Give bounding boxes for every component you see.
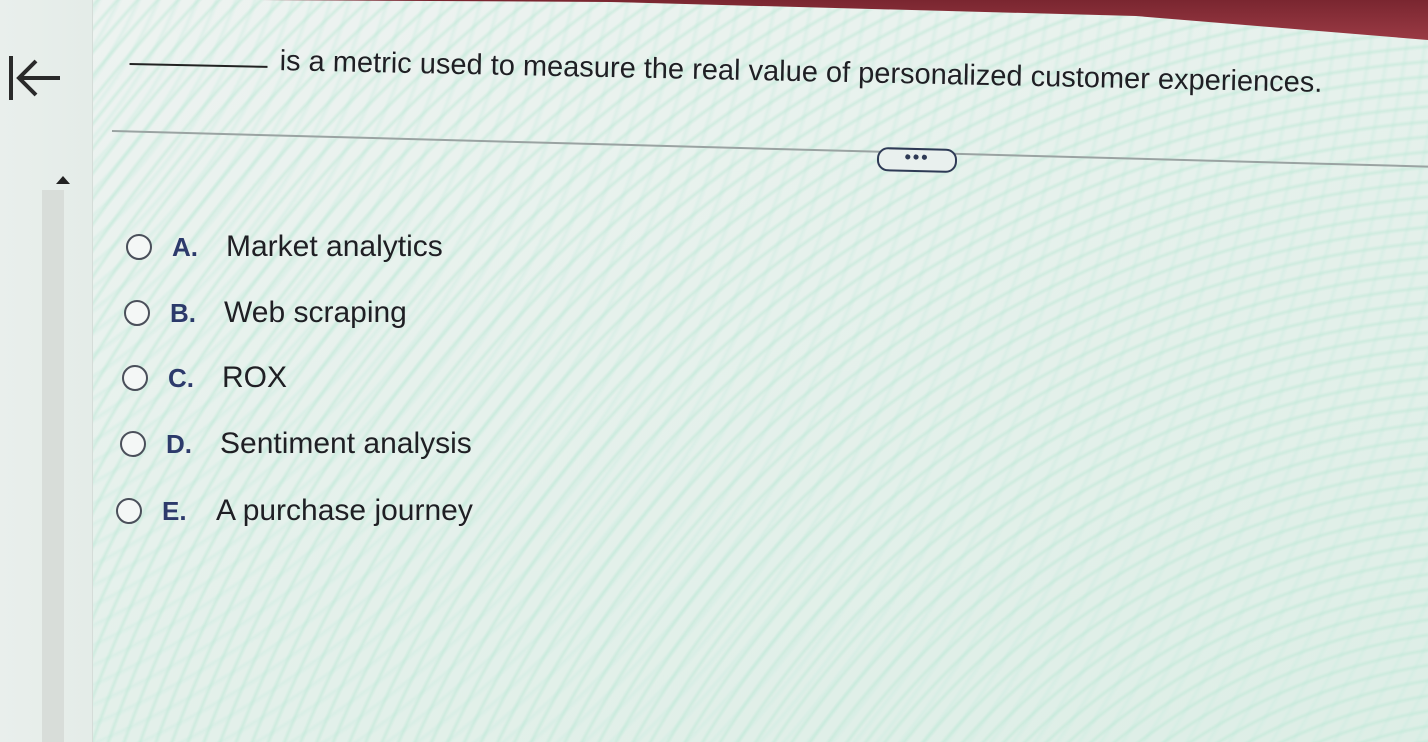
option-a[interactable]: A. Market analytics — [126, 230, 443, 264]
option-b-text: Web scraping — [224, 296, 407, 329]
radio-button-c[interactable] — [122, 365, 148, 391]
scrollbar-track[interactable] — [42, 190, 64, 742]
answer-blank — [129, 62, 268, 68]
left-rail — [0, 0, 93, 742]
option-d[interactable]: D. Sentiment analysis — [120, 427, 472, 461]
radio-button-a[interactable] — [126, 234, 152, 260]
triangle-up-icon[interactable] — [55, 174, 71, 186]
option-a-letter: A. — [172, 231, 198, 262]
radio-button-b[interactable] — [124, 300, 150, 326]
option-c-letter: C. — [168, 362, 194, 393]
first-page-arrow-icon[interactable] — [6, 48, 64, 106]
divider-line — [111, 130, 1428, 168]
option-b-letter: B. — [170, 297, 196, 328]
radio-button-d[interactable] — [120, 431, 146, 457]
option-c-text: ROX — [222, 361, 288, 394]
radio-button-e[interactable] — [116, 498, 142, 524]
option-e-letter: E. — [162, 495, 187, 526]
header-strip — [260, 0, 1428, 40]
question-text: is a metric used to measure the real val… — [279, 45, 1323, 99]
option-d-letter: D. — [166, 428, 192, 459]
option-e-text: A purchase journey — [216, 494, 473, 527]
option-e[interactable]: E. A purchase journey — [116, 494, 473, 528]
question-text-block: is a metric used to measure the real val… — [129, 42, 1399, 102]
option-b[interactable]: B. Web scraping — [124, 296, 407, 330]
expand-more-button[interactable]: ••• — [876, 147, 958, 173]
option-a-text: Market analytics — [226, 230, 443, 263]
option-c[interactable]: C. ROX — [122, 361, 287, 395]
option-d-text: Sentiment analysis — [220, 427, 472, 460]
